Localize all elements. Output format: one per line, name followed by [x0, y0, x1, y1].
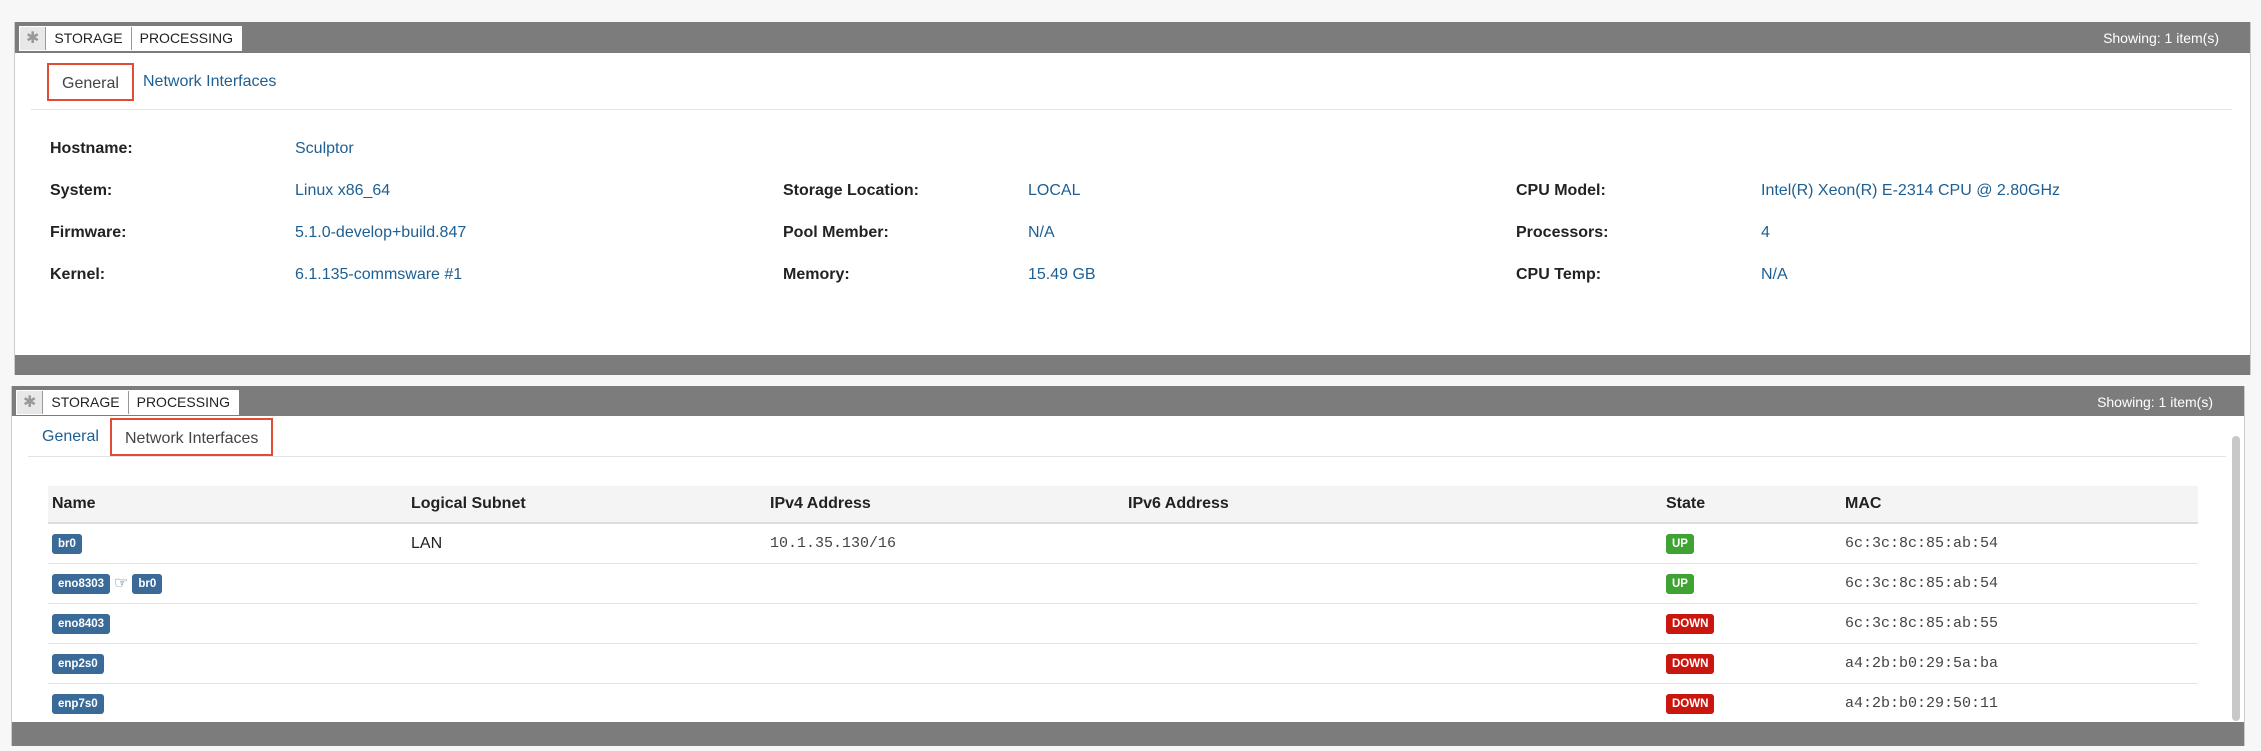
- firmware-label: Firmware:: [50, 224, 127, 241]
- mac-address: a4:2b:b0:29:5a:ba: [1845, 655, 1999, 672]
- panel-titlebar: ✱ STORAGE PROCESSING Showing: 1 item(s): [12, 386, 2244, 416]
- column-state[interactable]: State: [1666, 486, 1705, 522]
- tab-general[interactable]: General: [42, 418, 99, 456]
- tab-bar: General Network Interfaces: [28, 416, 2226, 457]
- vertical-scrollbar[interactable]: [2232, 436, 2240, 721]
- crumb-processing[interactable]: PROCESSING: [131, 27, 241, 50]
- state-badge: DOWN: [1666, 613, 1715, 634]
- kernel-label: Kernel:: [50, 266, 106, 283]
- firmware-value[interactable]: 5.1.0-develop+build.847: [295, 224, 466, 242]
- bridge-name[interactable]: br0: [132, 573, 163, 594]
- table-header: Name Logical Subnet IPv4 Address IPv6 Ad…: [48, 486, 2198, 524]
- system-label: System:: [50, 182, 113, 199]
- interface-name[interactable]: enp7s0: [52, 693, 104, 714]
- mac-address: 6c:3c:8c:85:ab:54: [1845, 535, 1999, 552]
- mac-address: 6c:3c:8c:85:ab:54: [1845, 575, 1999, 592]
- crumb-processing[interactable]: PROCESSING: [128, 391, 238, 414]
- system-value[interactable]: Linux x86_64: [295, 182, 390, 200]
- device-panel-general: ✱ STORAGE PROCESSING Showing: 1 item(s) …: [14, 22, 2251, 375]
- table-row[interactable]: enp7s0 DOWN a4:2b:b0:29:50:11: [48, 684, 2198, 724]
- interface-name[interactable]: br0: [52, 533, 82, 554]
- column-ipv6[interactable]: IPv6 Address: [1128, 486, 1229, 522]
- processors-value[interactable]: 4: [1761, 224, 1770, 242]
- device-panel-network: ✱ STORAGE PROCESSING Showing: 1 item(s) …: [11, 386, 2245, 746]
- interface-name[interactable]: eno8303: [52, 573, 111, 594]
- cpu-model-label: CPU Model:: [1516, 182, 1606, 199]
- pointing-hand-icon: ☞: [114, 575, 129, 593]
- breadcrumb: ✱ STORAGE PROCESSING: [16, 390, 239, 415]
- storage-location-label: Storage Location:: [783, 182, 920, 199]
- table-row[interactable]: eno8403 DOWN 6c:3c:8c:85:ab:55: [48, 604, 2198, 644]
- mac-address: 6c:3c:8c:85:ab:55: [1845, 615, 1999, 632]
- state-badge: DOWN: [1666, 653, 1715, 674]
- mac-address: a4:2b:b0:29:50:11: [1845, 695, 1999, 712]
- tab-network-interfaces[interactable]: Network Interfaces: [110, 418, 274, 456]
- column-name[interactable]: Name: [52, 486, 96, 522]
- panel-footer-bar: [12, 722, 2244, 746]
- hostname-value[interactable]: Sculptor: [295, 140, 354, 158]
- storage-location-value[interactable]: LOCAL: [1028, 182, 1080, 200]
- network-interfaces-table: Name Logical Subnet IPv4 Address IPv6 Ad…: [48, 486, 2198, 724]
- cpu-temp-label: CPU Temp:: [1516, 266, 1602, 283]
- crumb-storage[interactable]: STORAGE: [46, 27, 132, 50]
- interface-name[interactable]: eno8403: [52, 613, 111, 634]
- panel-titlebar: ✱ STORAGE PROCESSING Showing: 1 item(s): [15, 22, 2250, 53]
- tab-network-interfaces[interactable]: Network Interfaces: [143, 63, 276, 101]
- logical-subnet: LAN: [411, 535, 443, 552]
- panel-footer-bar: [15, 355, 2250, 375]
- column-ipv4[interactable]: IPv4 Address: [770, 486, 871, 522]
- cpu-model-value[interactable]: Intel(R) Xeon(R) E-2314 CPU @ 2.80GHz: [1761, 182, 2060, 200]
- memory-label: Memory:: [783, 266, 850, 283]
- ipv4-address: 10.1.35.130/16: [770, 535, 897, 552]
- item-count: Showing: 1 item(s): [2103, 30, 2219, 46]
- column-mac[interactable]: MAC: [1845, 486, 1881, 522]
- hostname-label: Hostname:: [50, 140, 133, 157]
- memory-value[interactable]: 15.49 GB: [1028, 266, 1096, 284]
- kernel-value[interactable]: 6.1.135-commsware #1: [295, 266, 462, 284]
- cpu-temp-value[interactable]: N/A: [1761, 266, 1788, 284]
- breadcrumb: ✱ STORAGE PROCESSING: [19, 26, 242, 51]
- state-badge: UP: [1666, 573, 1694, 594]
- asterisk-icon[interactable]: ✱: [17, 391, 44, 414]
- item-count: Showing: 1 item(s): [2097, 394, 2213, 410]
- state-badge: DOWN: [1666, 693, 1715, 714]
- asterisk-icon[interactable]: ✱: [20, 27, 47, 50]
- interface-name[interactable]: enp2s0: [52, 653, 104, 674]
- column-logical-subnet[interactable]: Logical Subnet: [411, 486, 526, 522]
- crumb-storage[interactable]: STORAGE: [43, 391, 129, 414]
- table-row[interactable]: enp2s0 DOWN a4:2b:b0:29:5a:ba: [48, 644, 2198, 684]
- tab-general[interactable]: General: [47, 63, 134, 101]
- pool-member-label: Pool Member:: [783, 224, 889, 241]
- state-badge: UP: [1666, 533, 1694, 554]
- processors-label: Processors:: [1516, 224, 1609, 241]
- table-row[interactable]: eno8303 ☞ br0 UP 6c:3c:8c:85:ab:54: [48, 564, 2198, 604]
- pool-member-value[interactable]: N/A: [1028, 224, 1055, 242]
- tab-bar: General Network Interfaces: [31, 53, 2232, 110]
- table-row[interactable]: br0 LAN 10.1.35.130/16 UP 6c:3c:8c:85:ab…: [48, 524, 2198, 564]
